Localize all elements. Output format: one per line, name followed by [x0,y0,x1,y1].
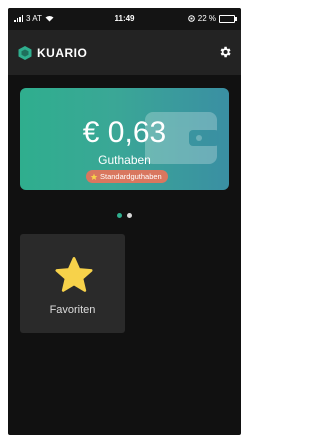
badge-label: Standardguthaben [100,172,162,181]
star-icon [55,257,93,292]
balance-amount: € 0,63 [82,116,167,149]
app-header: KUARIO [8,30,241,75]
balance-label: Guthaben [98,153,151,167]
kuario-logo-icon [18,46,32,60]
page-indicator [8,213,241,218]
battery-percent: 22 % [197,14,216,23]
status-right: 22 % [187,14,237,23]
page-dot-1[interactable] [117,213,122,218]
app-screen: 3 AT 11:49 22 % KUARIO € 0,63 Guthaben S… [8,8,241,435]
balance-card[interactable]: € 0,63 Guthaben Standardguthaben [20,88,229,190]
orientation-lock-icon [187,15,195,22]
status-bar: 3 AT 11:49 22 % [8,8,241,30]
settings-gear-icon[interactable] [218,45,232,59]
page-dot-2[interactable] [127,213,132,218]
favorites-label: Favoriten [49,304,96,316]
app-name: KUARIO [37,46,88,60]
battery-icon [219,14,237,23]
app-logo: KUARIO [17,45,87,61]
favorites-tile[interactable]: Favoriten [20,234,125,333]
star-icon [90,173,98,180]
default-balance-badge: Standardguthaben [86,170,168,183]
